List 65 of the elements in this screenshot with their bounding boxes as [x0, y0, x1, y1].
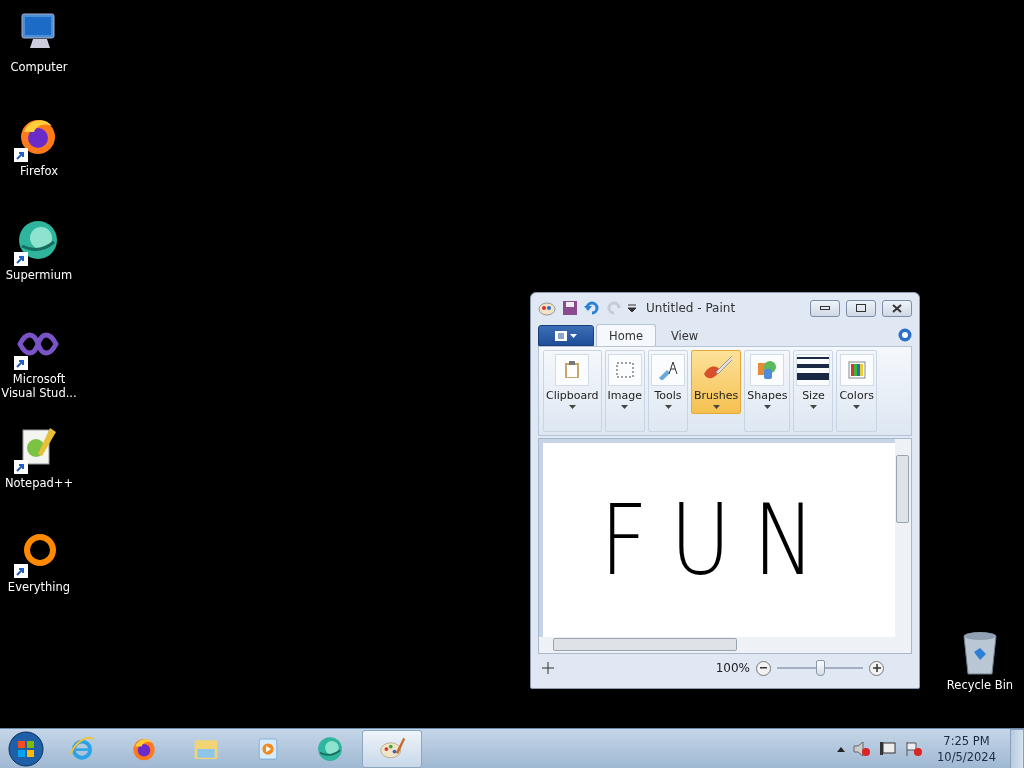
drawn-text: FUN: [600, 483, 838, 597]
move-icon: [542, 662, 554, 674]
window-title: Untitled - Paint: [646, 301, 737, 315]
caret-icon: [853, 405, 861, 409]
network-icon[interactable]: [879, 740, 898, 757]
caret-icon: [621, 405, 629, 409]
vertical-scrollbar[interactable]: [895, 439, 911, 637]
ribbon-group-button[interactable]: Clipboard: [543, 350, 602, 432]
help-icon[interactable]: [898, 328, 912, 342]
zoom-level: 100%: [715, 661, 750, 675]
tools-icon: [657, 360, 679, 380]
show-desktop-button[interactable]: [1010, 728, 1024, 768]
desktop-icon-label[interactable]: Firefox: [1, 164, 77, 178]
caret-icon: [570, 333, 577, 338]
show-hidden-icons[interactable]: [837, 745, 846, 752]
ribbon-group-button[interactable]: Shapes: [744, 350, 791, 432]
clipboard-icon: [564, 361, 581, 379]
desktop-icon-label[interactable]: Computer: [1, 60, 77, 74]
palette-icon: [538, 300, 556, 316]
clock[interactable]: 7:25 PM 10/5/2024: [931, 732, 1002, 765]
shapes-icon: [756, 359, 779, 381]
taskbar-button[interactable]: [362, 729, 422, 768]
drawing-canvas[interactable]: FUN: [543, 443, 895, 637]
dropdown-icon[interactable]: [628, 304, 636, 312]
ribbon-group-button[interactable]: Brushes: [691, 350, 742, 414]
undo-icon[interactable]: [584, 300, 600, 316]
desktop-icon-label[interactable]: Notepad++: [1, 476, 77, 490]
horizontal-scrollbar[interactable]: [539, 637, 911, 653]
caret-icon: [568, 405, 576, 409]
zoom-slider[interactable]: [777, 659, 863, 677]
desktop-icon-label[interactable]: Recycle Bin: [942, 678, 1018, 692]
maximize-button[interactable]: [846, 299, 876, 317]
trash-bin-icon: [960, 630, 1000, 676]
colors-icon: [847, 361, 866, 379]
plus-icon: [872, 664, 881, 672]
selection-icon: [615, 362, 634, 378]
caret-icon: [664, 405, 672, 409]
minimize-button[interactable]: [810, 299, 840, 317]
minus-icon: [760, 667, 767, 669]
close-icon: [892, 303, 902, 313]
ribbon-tab[interactable]: Home: [596, 324, 656, 346]
menu-icon: [555, 330, 567, 341]
caret-icon: [809, 405, 817, 409]
flag-alert-icon[interactable]: [905, 740, 924, 757]
ribbon-tab[interactable]: View: [657, 324, 712, 346]
file-menu-button[interactable]: [538, 325, 594, 346]
clock-date: 10/5/2024: [937, 748, 996, 765]
speaker-muted-icon[interactable]: [853, 740, 872, 757]
close-button[interactable]: [882, 299, 912, 317]
zoom-slider-thumb[interactable]: [816, 660, 825, 676]
ribbon-group-button[interactable]: Image: [604, 350, 645, 432]
save-icon[interactable]: [562, 300, 578, 316]
ribbon-group-button[interactable]: Size: [793, 350, 834, 432]
desktop-icon-label[interactable]: Supermium: [1, 268, 77, 282]
desktop-icon-label[interactable]: Everything: [1, 580, 77, 594]
caret-icon: [763, 405, 771, 409]
ribbon-group-button[interactable]: Tools: [648, 350, 688, 432]
minimize-icon: [820, 306, 830, 310]
zoom-in-button[interactable]: [869, 660, 884, 676]
zoom-out-button[interactable]: [756, 660, 771, 676]
desktop-icon-label[interactable]: Microsoft Visual Stud...: [1, 372, 77, 400]
clock-time: 7:25 PM: [943, 732, 990, 749]
ribbon-group-button[interactable]: Colors: [836, 350, 877, 432]
maximize-icon: [856, 304, 866, 312]
caret-icon: [712, 405, 720, 409]
